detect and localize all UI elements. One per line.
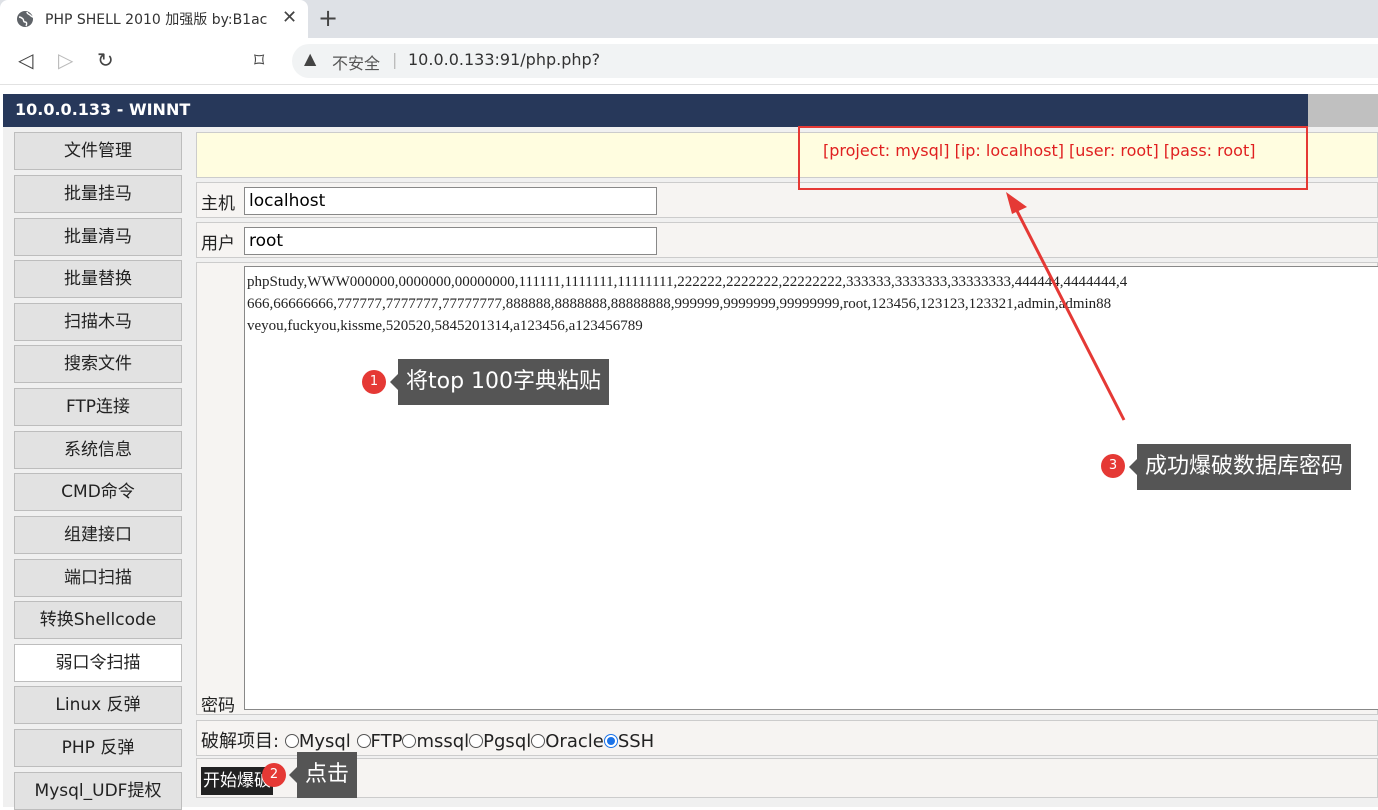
- annotation-badge-1: 1: [362, 370, 386, 394]
- annotation-callout-1: 将top 100字典粘贴: [389, 359, 610, 405]
- annotation-badge-2: 2: [262, 763, 286, 787]
- annotation-callout-2: 点击: [288, 752, 358, 798]
- annotation-callout-3: 成功爆破数据库密码: [1128, 444, 1352, 490]
- annotation-arrow: [1006, 192, 1126, 421]
- annotation-badge-3: 3: [1101, 454, 1125, 478]
